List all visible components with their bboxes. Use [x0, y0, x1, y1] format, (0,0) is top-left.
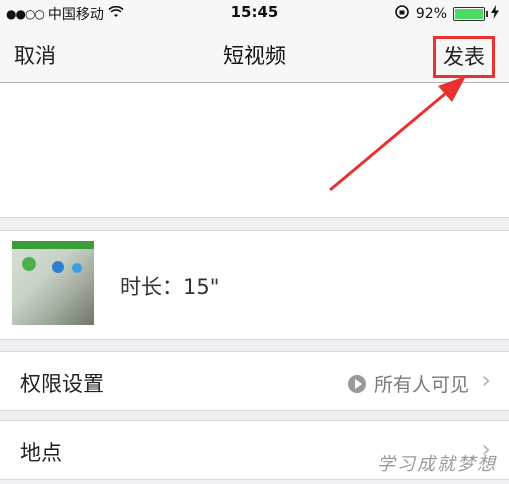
- privacy-settings-row[interactable]: 权限设置 所有人可见 ›: [0, 351, 509, 411]
- navigation-bar: 取消 短视频 发表: [0, 26, 509, 83]
- video-attachment: 时长：15": [0, 230, 509, 340]
- battery-icon: [453, 7, 488, 21]
- visibility-icon: [347, 374, 366, 393]
- privacy-settings-label: 权限设置: [20, 372, 104, 396]
- video-duration: 时长：15": [120, 275, 220, 299]
- status-bar: ●●○○ 中国移动 15:45 92%: [0, 0, 509, 26]
- charging-icon: [491, 5, 499, 23]
- publish-button[interactable]: 发表: [433, 36, 495, 78]
- privacy-value: 所有人可见: [347, 370, 469, 397]
- privacy-value-text: 所有人可见: [373, 374, 469, 396]
- battery-percent: 92%: [415, 6, 447, 22]
- video-thumbnail[interactable]: [12, 241, 94, 325]
- chevron-right-icon: ›: [481, 366, 491, 394]
- location-label: 地点: [20, 441, 62, 465]
- status-right: 92%: [394, 4, 499, 24]
- watermark: 学习成就梦想: [377, 454, 497, 475]
- caption-input[interactable]: [0, 83, 509, 218]
- rotation-lock-icon: [394, 4, 410, 24]
